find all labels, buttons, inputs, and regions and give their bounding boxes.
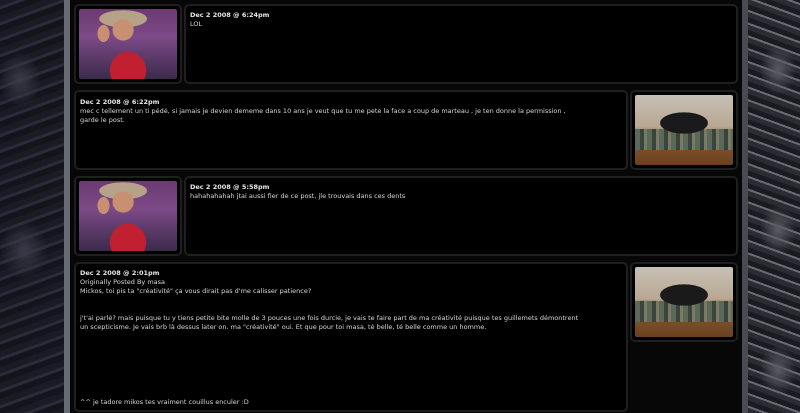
comment-date: Dec 2 2008 @ 2:01pm [80, 269, 160, 277]
quote-header: Originally Posted By masa [80, 278, 166, 286]
comment-text: Originally Posted By masa Mickos, toi pi… [80, 278, 625, 332]
comment-footer: ^^ je tadore mikos tes vraiment couillus… [80, 398, 249, 406]
comment-box: Dec 2 2008 @ 6:22pm mec c tellement un t… [74, 90, 628, 170]
commenter-avatar[interactable] [635, 95, 733, 165]
comment-text: hahahahahah jtai aussi fier de ce post, … [190, 192, 730, 201]
quote-text: Mickos, toi pis ta "créativité" ça vous … [80, 287, 312, 295]
comment-line: j't'ai parlé? mais puisque tu y tiens pe… [80, 314, 579, 322]
commenter-avatar-frame[interactable] [630, 90, 738, 170]
comment-line: mec c tellement un ti pédé, si jamais je… [80, 107, 566, 115]
comment-feed: Dec 2 2008 @ 6:24pm LOL Dec 2 2008 @ 6:2… [70, 0, 742, 413]
right-background-art [748, 0, 800, 413]
commenter-avatar-frame[interactable] [74, 4, 182, 84]
comment-date: Dec 2 2008 @ 6:22pm [80, 98, 160, 106]
comment-line: LOL [190, 20, 203, 28]
commenter-avatar-frame[interactable] [74, 176, 182, 256]
comment-box: Dec 2 2008 @ 5:58pm hahahahahah jtai aus… [184, 176, 738, 256]
commenter-avatar[interactable] [79, 181, 177, 251]
left-background-art [0, 0, 64, 413]
comment-line: un scepticisme. Je vais brb là dessus la… [80, 323, 487, 331]
comment-box: Dec 2 2008 @ 6:24pm LOL [184, 4, 738, 84]
commenter-avatar[interactable] [635, 267, 733, 337]
comment-date: Dec 2 2008 @ 5:58pm [190, 183, 270, 191]
right-divider [742, 0, 748, 413]
comment-line: garde le post. [80, 116, 125, 124]
comment-box: Dec 2 2008 @ 2:01pm Originally Posted By… [74, 262, 628, 412]
comment-line: hahahahahah jtai aussi fier de ce post, … [190, 192, 406, 200]
comment-date: Dec 2 2008 @ 6:24pm [190, 11, 270, 19]
comment-text: mec c tellement un ti pédé, si jamais je… [80, 107, 620, 125]
commenter-avatar[interactable] [79, 9, 177, 79]
commenter-avatar-frame[interactable] [630, 262, 738, 342]
comment-text: LOL [190, 20, 730, 29]
